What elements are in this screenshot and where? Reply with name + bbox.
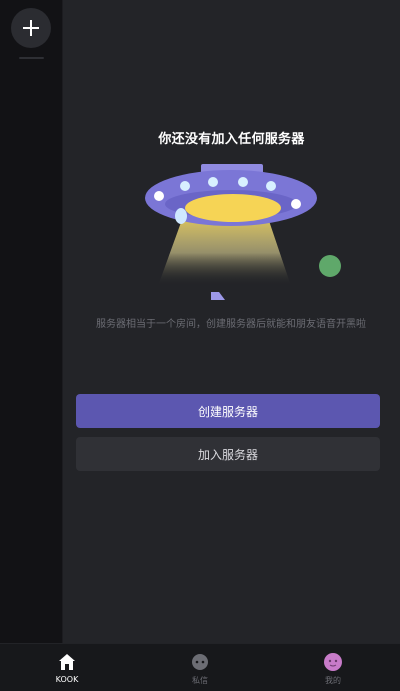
bottom-navigation: KOOK 私信 我的	[0, 643, 400, 691]
app-root: 你还没有加入任何服务器 服务器相当于一个房间，创建服务器后就能和朋友语音开黑啦 …	[0, 0, 400, 691]
nav-item-me[interactable]: 我的	[303, 652, 363, 686]
nav-label-messages: 私信	[192, 676, 208, 685]
avatar-icon	[323, 652, 343, 672]
main-panel: 你还没有加入任何服务器 服务器相当于一个房间，创建服务器后就能和朋友语音开黑啦 …	[63, 0, 400, 643]
add-server-button[interactable]	[11, 8, 51, 48]
server-rail	[0, 0, 63, 643]
nav-label-me: 我的	[325, 676, 341, 685]
empty-state-description: 服务器相当于一个房间，创建服务器后就能和朋友语音开黑啦	[96, 319, 366, 330]
ufo-illustration	[145, 164, 341, 300]
join-server-button[interactable]: 加入服务器	[76, 437, 380, 471]
message-icon	[190, 652, 210, 672]
empty-state-title: 你还没有加入任何服务器	[158, 132, 305, 147]
nav-label-kook: KOOK	[55, 675, 79, 684]
home-icon	[57, 652, 77, 672]
plus-icon	[23, 20, 39, 36]
nav-item-kook[interactable]: KOOK	[37, 652, 97, 684]
nav-item-messages[interactable]: 私信	[170, 652, 230, 686]
create-server-button[interactable]: 创建服务器	[76, 394, 380, 428]
rail-divider	[19, 57, 44, 59]
